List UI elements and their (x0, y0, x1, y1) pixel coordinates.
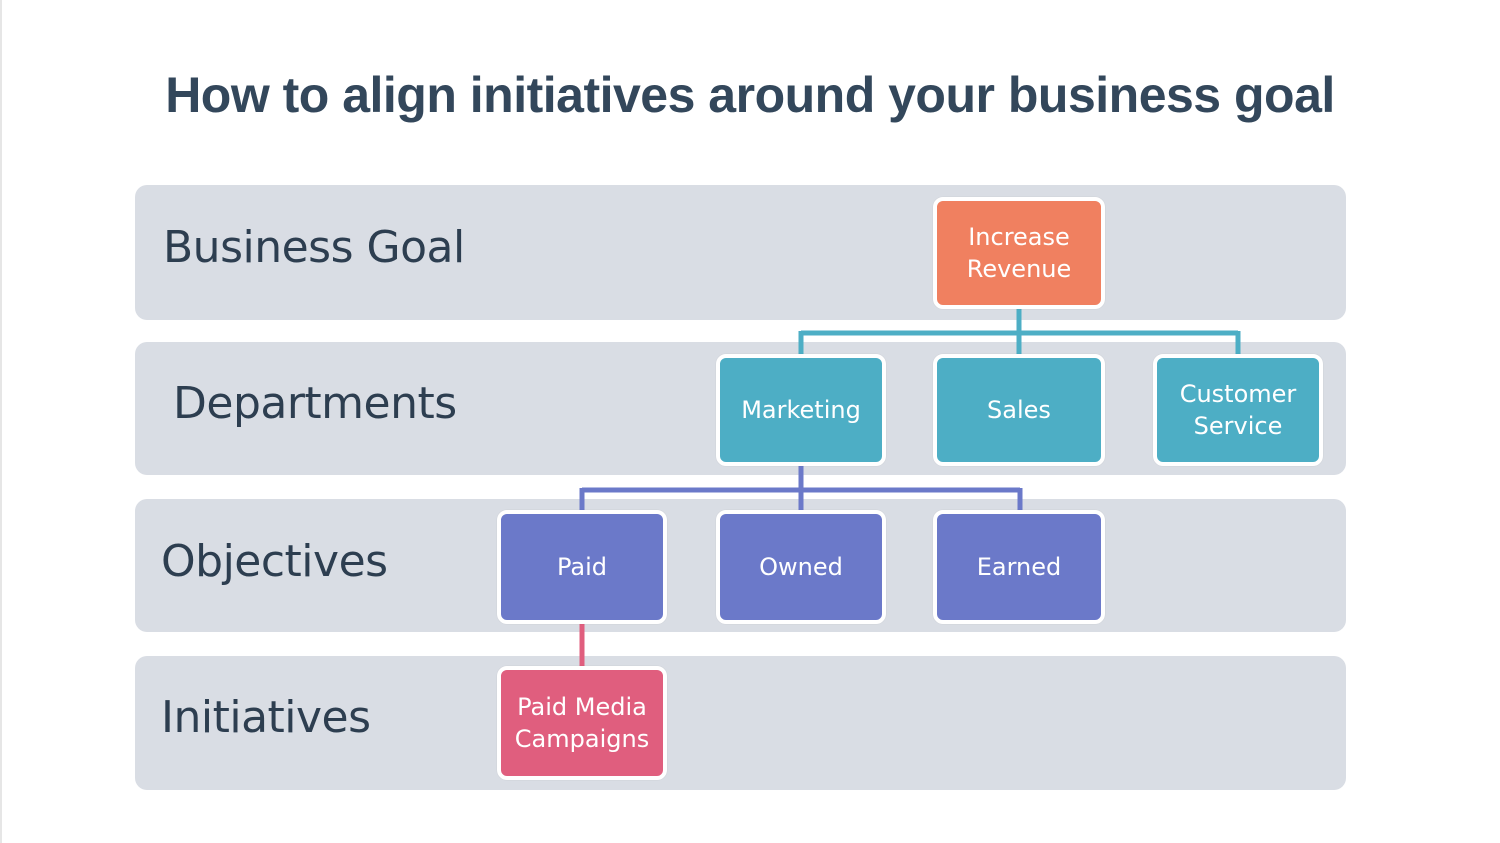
slide-title: How to align initiatives around your bus… (165, 67, 1335, 123)
node-marketing: Marketing (716, 354, 886, 466)
node-sales: Sales (933, 354, 1105, 466)
node-owned: Owned (716, 510, 886, 624)
slide-left-edge (0, 0, 2, 843)
node-customer-service: Customer Service (1153, 354, 1323, 466)
level-label-business-goal: Business Goal (163, 222, 465, 273)
node-earned: Earned (933, 510, 1105, 624)
level-label-objectives: Objectives (161, 536, 388, 587)
level-label-initiatives: Initiatives (161, 692, 371, 743)
level-label-departments: Departments (173, 378, 457, 429)
node-paid-media-campaigns: Paid Media Campaigns (497, 666, 667, 780)
node-increase-revenue: Increase Revenue (933, 197, 1105, 309)
node-paid: Paid (497, 510, 667, 624)
